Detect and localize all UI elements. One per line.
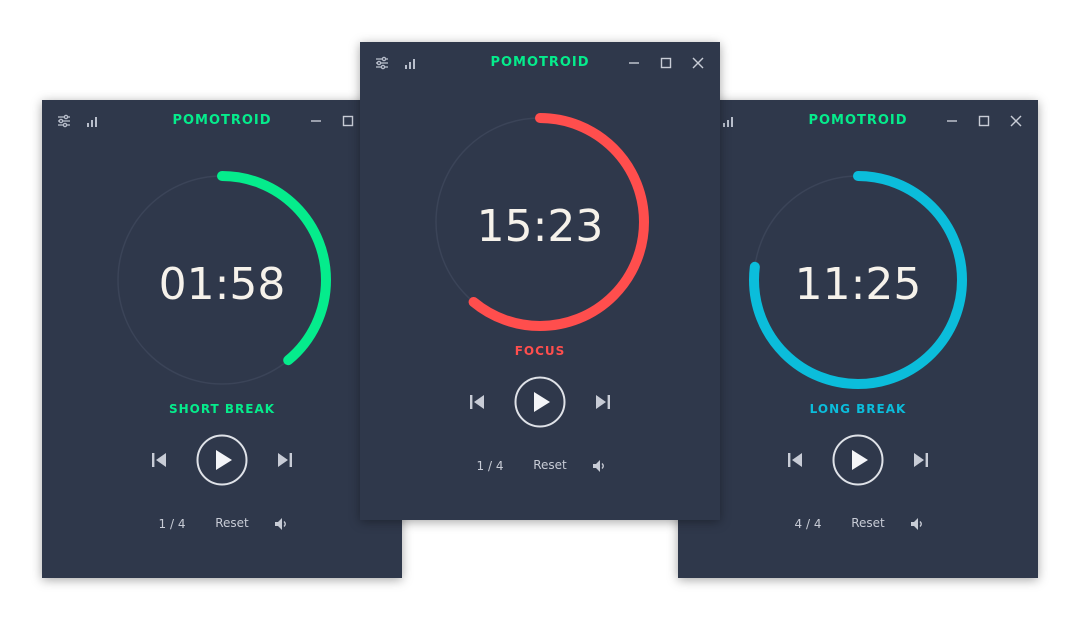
close-icon[interactable] bbox=[690, 55, 706, 71]
minimize-icon[interactable] bbox=[944, 113, 960, 129]
title-bar[interactable]: POMOTROID bbox=[678, 100, 1038, 142]
volume-icon[interactable] bbox=[909, 516, 925, 532]
play-button[interactable] bbox=[196, 434, 248, 486]
mode-label: FOCUS bbox=[514, 344, 566, 358]
reset-button[interactable]: Reset bbox=[206, 516, 258, 530]
volume-icon[interactable] bbox=[273, 516, 289, 532]
reset-button[interactable]: Reset bbox=[524, 458, 576, 472]
title-bar[interactable]: POMOTROID bbox=[42, 100, 402, 142]
reset-button[interactable]: Reset bbox=[842, 516, 894, 530]
pomotroid-window-short-break: POMOTROID 01:58 SHORT BREAK 1 / 4 Reset bbox=[42, 100, 402, 578]
next-icon[interactable] bbox=[912, 451, 930, 469]
play-icon bbox=[216, 450, 232, 470]
timer-display: 11:25 bbox=[794, 259, 922, 310]
play-icon bbox=[534, 392, 550, 412]
maximize-icon[interactable] bbox=[976, 113, 992, 129]
maximize-icon[interactable] bbox=[658, 55, 674, 71]
previous-icon[interactable] bbox=[150, 451, 168, 469]
title-bar[interactable]: POMOTROID bbox=[360, 42, 720, 84]
mode-label: SHORT BREAK bbox=[168, 402, 276, 416]
round-counter: 1 / 4 bbox=[476, 459, 504, 473]
round-counter: 1 / 4 bbox=[158, 517, 186, 531]
play-button[interactable] bbox=[514, 376, 566, 428]
round-counter: 4 / 4 bbox=[794, 517, 822, 531]
timer-display: 01:58 bbox=[158, 259, 286, 310]
close-icon[interactable] bbox=[1008, 113, 1024, 129]
play-button[interactable] bbox=[832, 434, 884, 486]
next-icon[interactable] bbox=[276, 451, 294, 469]
previous-icon[interactable] bbox=[786, 451, 804, 469]
previous-icon[interactable] bbox=[468, 393, 486, 411]
maximize-icon[interactable] bbox=[340, 113, 356, 129]
volume-icon[interactable] bbox=[591, 458, 607, 474]
pomotroid-window-focus: POMOTROID 15:23 FOCUS 1 / 4 Reset bbox=[360, 42, 720, 520]
play-icon bbox=[852, 450, 868, 470]
minimize-icon[interactable] bbox=[626, 55, 642, 71]
mode-label: LONG BREAK bbox=[809, 402, 907, 416]
minimize-icon[interactable] bbox=[308, 113, 324, 129]
timer-display: 15:23 bbox=[476, 201, 604, 252]
next-icon[interactable] bbox=[594, 393, 612, 411]
pomotroid-window-long-break: POMOTROID 11:25 LONG BREAK 4 / 4 Reset bbox=[678, 100, 1038, 578]
